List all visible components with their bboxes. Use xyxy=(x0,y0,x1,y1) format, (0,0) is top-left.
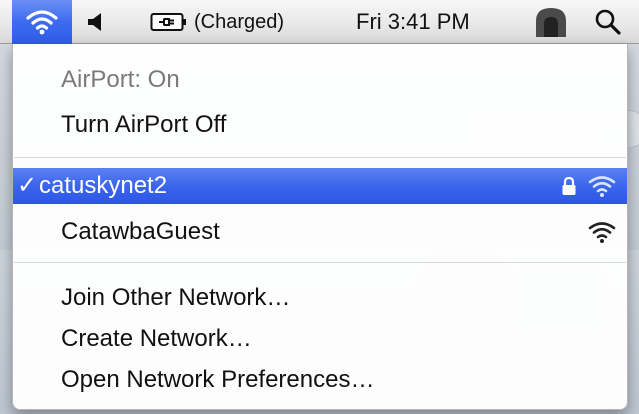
lock-icon xyxy=(562,176,576,195)
network-name: CatawbaGuest xyxy=(61,218,220,245)
wifi-signal-icon xyxy=(588,176,616,197)
network-name: catuskynet2 xyxy=(39,172,168,199)
airport-status: AirPort: On xyxy=(61,66,180,93)
turn-airport-off-item[interactable]: Turn AirPort Off xyxy=(13,107,627,143)
battery-menu-extra[interactable] xyxy=(150,0,188,44)
spotlight-button[interactable] xyxy=(594,0,622,44)
user-silhouette-icon xyxy=(536,8,566,37)
airport-dropdown-menu: AirPort: On Turn AirPort Off ✓catuskynet… xyxy=(12,44,628,410)
network-indicators xyxy=(561,168,617,204)
airport-menu-extra[interactable] xyxy=(12,0,72,44)
open-network-preferences-item[interactable]: Open Network Preferences… xyxy=(13,362,627,398)
speaker-icon xyxy=(88,13,101,31)
menu-separator xyxy=(14,157,626,158)
wifi-signal-icon xyxy=(588,222,616,243)
menubar-clock[interactable]: Fri 3:41 PM xyxy=(356,0,470,44)
network-item-catawbaguest[interactable]: CatawbaGuest xyxy=(13,214,627,250)
menu-bar: (Charged) Fri 3:41 PM xyxy=(0,0,639,44)
search-icon xyxy=(595,9,621,35)
create-network-item[interactable]: Create Network… xyxy=(13,321,627,357)
user-menu-extra[interactable] xyxy=(534,0,568,44)
network-item-catuskynet2[interactable]: ✓catuskynet2 xyxy=(13,168,627,204)
network-indicators xyxy=(587,214,617,250)
battery-status-text[interactable]: (Charged) xyxy=(194,0,284,44)
volume-menu-extra[interactable] xyxy=(86,0,108,44)
join-other-network-item[interactable]: Join Other Network… xyxy=(13,280,627,316)
battery-plug-icon xyxy=(150,13,186,31)
checkmark-icon: ✓ xyxy=(17,172,38,199)
wifi-icon xyxy=(26,10,58,35)
menu-separator xyxy=(14,262,626,263)
